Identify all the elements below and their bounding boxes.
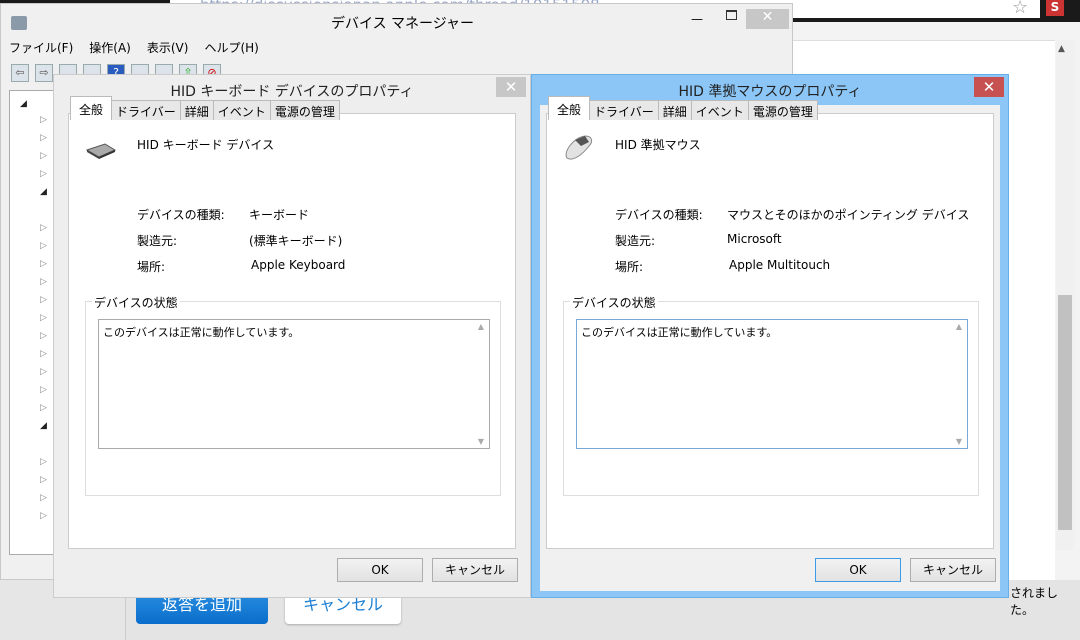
scrollbar-thumb[interactable] [1058,295,1072,530]
tab-details[interactable]: 詳細 [179,100,214,120]
collapse-icon[interactable]: ▷ [40,133,47,143]
keyboard-properties-dialog: HID キーボード デバイスのプロパティ ✕ HID キーボード デバイス デバ… [53,74,531,598]
tab-strip: 全般 ドライバー 詳細 イベント 電源の管理 [548,96,818,120]
keyboard-icon [85,140,117,160]
location-value: Apple Keyboard [251,258,346,272]
collapse-icon[interactable]: ▷ [40,367,47,377]
device-name: HID 準拠マウス [615,138,701,152]
collapse-icon[interactable]: ▷ [40,241,47,251]
status-scrollbar[interactable]: ▲ ▼ [473,320,489,448]
collapse-icon[interactable]: ▷ [40,475,47,485]
tab-power[interactable]: 電源の管理 [747,100,818,120]
status-message: このデバイスは正常に動作しています。 [103,326,300,339]
manufacturer-label: 製造元: [137,234,178,248]
collapse-icon[interactable]: ▷ [40,385,47,395]
device-manager-icon [11,16,27,30]
device-status-group: デバイスの状態 このデバイスは正常に動作しています。 ▲ ▼ [85,294,501,496]
collapse-icon[interactable]: ▷ [40,457,47,467]
collapse-icon[interactable]: ▷ [40,259,47,269]
collapse-icon[interactable]: ▷ [40,403,47,413]
close-button[interactable]: ✕ [974,77,1004,97]
manufacturer-value: (標準キーボード) [249,234,343,248]
close-button[interactable]: ✕ [746,9,789,29]
status-scrollbar[interactable]: ▲ ▼ [951,320,967,448]
tab-power[interactable]: 電源の管理 [269,100,340,120]
menu-file[interactable]: ファイル(F) [9,39,73,56]
collapse-icon[interactable]: ▷ [40,295,47,305]
device-status-text[interactable]: このデバイスは正常に動作しています。 ▲ ▼ [576,319,968,449]
collapse-icon[interactable]: ▷ [40,151,47,161]
tab-driver[interactable]: ドライバー [111,100,181,120]
mouse-icon [563,132,595,162]
mouse-properties-dialog: HID 準拠マウスのプロパティ ✕ HID 準拠マウス デバイスの種類: マウス… [531,74,1009,598]
collapse-icon[interactable]: ▷ [40,115,47,125]
collapse-icon[interactable]: ▷ [40,277,47,287]
maximize-button[interactable] [726,10,737,20]
device-name: HID キーボード デバイス [137,138,275,152]
collapse-icon[interactable]: ▷ [40,313,47,323]
collapse-icon[interactable]: ▷ [40,331,47,341]
tab-events[interactable]: イベント [212,100,271,120]
device-type-label: デバイスの種類: [137,208,225,222]
manufacturer-value: Microsoft [727,232,782,246]
minimize-button[interactable]: — [691,12,703,26]
collapse-icon[interactable]: ▷ [40,511,47,521]
bookmark-star-icon[interactable]: ☆ [1012,0,1028,18]
general-page: HID 準拠マウス デバイスの種類: マウスとそのほかのポインティング デバイス… [547,114,993,548]
tab-general[interactable]: 全般 [70,96,113,120]
expand-icon[interactable]: ◢ [40,421,47,431]
cancel-button[interactable]: キャンセル [910,558,996,582]
device-type-label: デバイスの種類: [615,208,703,222]
collapse-icon[interactable]: ▷ [40,223,47,233]
tab-events[interactable]: イベント [690,100,749,120]
status-group-label: デバイスの状態 [92,294,180,311]
status-text: されました。 [1010,586,1059,617]
cancel-button[interactable]: キャンセル [432,558,518,582]
menu-action[interactable]: 操作(A) [89,39,131,56]
close-button[interactable]: ✕ [496,77,526,97]
extension-icon[interactable]: S [1046,0,1064,16]
tab-general[interactable]: 全般 [548,96,591,120]
location-value: Apple Multitouch [729,258,831,272]
scroll-up-icon[interactable]: ▲ [1058,44,1065,54]
menu-bar: ファイル(F) 操作(A) 表示(V) ヘルプ(H) [9,39,259,56]
collapse-icon[interactable]: ▷ [40,169,47,179]
device-type-value: キーボード [249,208,310,222]
window-title: デバイス マネージャー [331,16,475,32]
device-status-text[interactable]: このデバイスは正常に動作しています。 ▲ ▼ [98,319,490,449]
status-group-label: デバイスの状態 [570,294,658,311]
location-label: 場所: [137,260,166,274]
ok-button[interactable]: OK [337,558,423,582]
expand-icon[interactable]: ◢ [40,187,47,197]
collapse-icon[interactable]: ▷ [40,493,47,503]
back-arrow-icon[interactable]: ⇦ [11,64,29,82]
manufacturer-label: 製造元: [615,234,656,248]
forward-arrow-icon[interactable]: ⇨ [35,64,53,82]
location-label: 場所: [615,260,644,274]
general-page: HID キーボード デバイス デバイスの種類: キーボード 製造元: (標準キー… [69,114,515,548]
expand-icon[interactable]: ◢ [20,99,27,109]
collapse-icon[interactable]: ▷ [40,349,47,359]
status-message: このデバイスは正常に動作しています。 [581,326,778,339]
tab-details[interactable]: 詳細 [657,100,692,120]
tab-panel: HID キーボード デバイス デバイスの種類: キーボード 製造元: (標準キー… [68,96,516,549]
device-status-group: デバイスの状態 このデバイスは正常に動作しています。 ▲ ▼ [563,294,979,496]
device-tree[interactable]: ◢ ▷ ▷ ▷ ▷ ◢ ▷ ▷ ▷ ▷ ▷ ▷ ▷ ▷ ▷ ▷ ▷ ◢ ▷ ▷ … [9,90,56,555]
tab-panel: HID 準拠マウス デバイスの種類: マウスとそのほかのポインティング デバイス… [546,96,994,549]
tab-strip: 全般 ドライバー 詳細 イベント 電源の管理 [70,96,340,120]
menu-help[interactable]: ヘルプ(H) [204,39,258,56]
tab-driver[interactable]: ドライバー [589,100,659,120]
device-type-value: マウスとそのほかのポインティング デバイス [727,208,970,222]
ok-button[interactable]: OK [815,558,901,582]
menu-view[interactable]: 表示(V) [147,39,189,56]
